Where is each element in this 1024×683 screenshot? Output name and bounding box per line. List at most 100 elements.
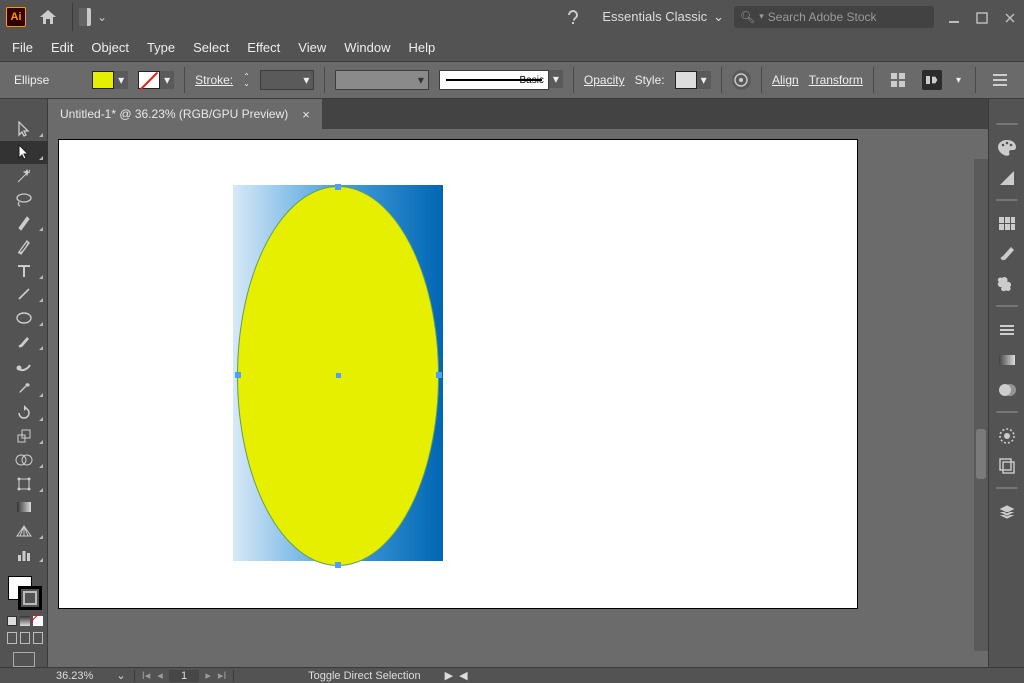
vertical-scrollbar[interactable] [974,159,988,651]
screen-mode-button[interactable] [13,652,35,667]
gradient-tool[interactable] [0,496,48,520]
first-artboard-button[interactable]: I◂ [139,669,153,682]
stroke-weight-input[interactable]: ▾ [260,70,315,90]
divider [721,67,722,93]
draw-inside[interactable] [33,632,43,644]
menu-help[interactable]: Help [408,40,435,55]
curvature-tool[interactable] [0,235,48,259]
selection-tool[interactable] [0,117,48,141]
graphic-styles-panel-button[interactable] [991,451,1023,481]
variable-width-profile-dropdown[interactable]: ▾ [335,70,429,90]
menu-select[interactable]: Select [193,40,229,55]
workspace-switcher[interactable]: Essentials Classic ⌄ [592,9,734,25]
menu-bar: File Edit Object Type Select Effect View… [0,33,1024,61]
close-tab-button[interactable]: × [302,107,310,122]
line-segment-tool[interactable] [0,283,48,307]
menu-object[interactable]: Object [91,40,129,55]
transparency-panel-button[interactable] [991,375,1023,405]
panel-group-handle[interactable] [993,305,1021,311]
chevron-down-icon[interactable]: ⌄ [112,669,130,682]
prev-artboard-button[interactable]: ◂ [153,669,167,682]
stroke-panel-button[interactable] [991,315,1023,345]
anchor-handle[interactable] [335,562,341,568]
stroke-panel-link[interactable]: Stroke: [195,73,233,87]
search-stock-field[interactable]: 🔍︎ ▾ Search Adobe Stock [734,6,934,28]
anchor-handle[interactable] [235,372,241,378]
panel-group-handle[interactable] [993,199,1021,205]
color-mode-solid[interactable] [7,616,17,626]
symbols-panel-button[interactable] [991,269,1023,299]
fill-stroke-indicator[interactable] [0,572,48,614]
graphic-style-dropdown[interactable]: ▾ [675,71,711,89]
anchor-handle[interactable] [335,184,341,190]
stroke-weight-stepper[interactable]: ⌃⌄ [243,73,250,87]
pen-tool[interactable] [0,212,48,236]
menu-effect[interactable]: Effect [247,40,280,55]
fill-swatch[interactable]: ▾ [92,71,128,89]
gradient-panel-button[interactable] [991,345,1023,375]
transform-panel-link[interactable]: Transform [809,73,863,87]
menu-file[interactable]: File [12,40,33,55]
lasso-tool[interactable] [0,188,48,212]
next-artboard-button[interactable]: ▸ [201,669,215,682]
swatches-panel-button[interactable] [991,209,1023,239]
chevron-down-icon[interactable]: ▾ [956,75,961,86]
recolor-artwork-button[interactable] [732,70,751,90]
window-close-button[interactable] [1004,12,1018,24]
layers-panel-button[interactable] [991,497,1023,527]
last-artboard-button[interactable]: ▸I [215,669,229,682]
opacity-panel-link[interactable]: Opacity [584,73,625,87]
status-menu-button[interactable]: ▶ [445,669,453,682]
color-panel-button[interactable] [991,133,1023,163]
menu-view[interactable]: View [298,40,326,55]
chevron-down-icon: ▾ [697,71,711,89]
column-graph-tool[interactable] [0,543,48,567]
document-tab[interactable]: Untitled-1* @ 36.23% (RGB/GPU Preview) × [48,99,322,129]
color-mode-gradient[interactable] [20,616,30,626]
arrange-documents-button[interactable]: ⌄ [79,3,107,31]
color-guide-panel-button[interactable] [991,163,1023,193]
appearance-panel-button[interactable] [991,421,1023,451]
direct-selection-tool[interactable] [0,141,48,165]
scroll-thumb[interactable] [976,429,986,479]
edit-contents-button[interactable] [922,70,942,90]
eyedropper-tool[interactable] [0,377,48,401]
menu-edit[interactable]: Edit [51,40,73,55]
brush-definition-dropdown[interactable]: Basic ▾ [439,70,563,90]
rotate-tool[interactable] [0,401,48,425]
center-handle[interactable] [336,373,341,378]
draw-normal[interactable] [7,632,17,644]
anchor-handle[interactable] [436,372,442,378]
isolate-selected-button[interactable] [888,70,908,90]
panel-group-handle[interactable] [993,411,1021,417]
type-tool[interactable] [0,259,48,283]
perspective-grid-tool[interactable] [0,519,48,543]
home-button[interactable] [34,3,62,31]
magic-wand-tool[interactable] [0,164,48,188]
artboard-number-field[interactable]: 1 [169,670,199,682]
no-stroke-icon [138,71,160,89]
align-panel-link[interactable]: Align [772,73,799,87]
scale-tool[interactable] [0,425,48,449]
blob-brush-tool[interactable] [0,354,48,378]
canvas-viewport[interactable] [48,129,988,667]
control-panel-menu-button[interactable] [990,70,1010,90]
menu-window[interactable]: Window [344,40,390,55]
free-transform-tool[interactable] [0,472,48,496]
panel-group-handle[interactable] [993,123,1021,129]
brushes-panel-button[interactable] [991,239,1023,269]
window-minimize-button[interactable] [948,12,962,24]
menu-type[interactable]: Type [147,40,175,55]
color-mode-none[interactable] [33,616,43,626]
shape-builder-tool[interactable] [0,448,48,472]
hscroll-left-button[interactable]: ◀ [459,669,467,682]
divider [184,67,185,93]
ellipse-tool[interactable] [0,306,48,330]
zoom-level-field[interactable]: 36.23% [48,670,112,682]
draw-behind[interactable] [20,632,30,644]
stroke-swatch[interactable]: ▾ [138,71,174,89]
paintbrush-tool[interactable] [0,330,48,354]
search-help-icon[interactable] [560,4,586,30]
panel-group-handle[interactable] [993,487,1021,493]
window-maximize-button[interactable] [976,12,990,24]
